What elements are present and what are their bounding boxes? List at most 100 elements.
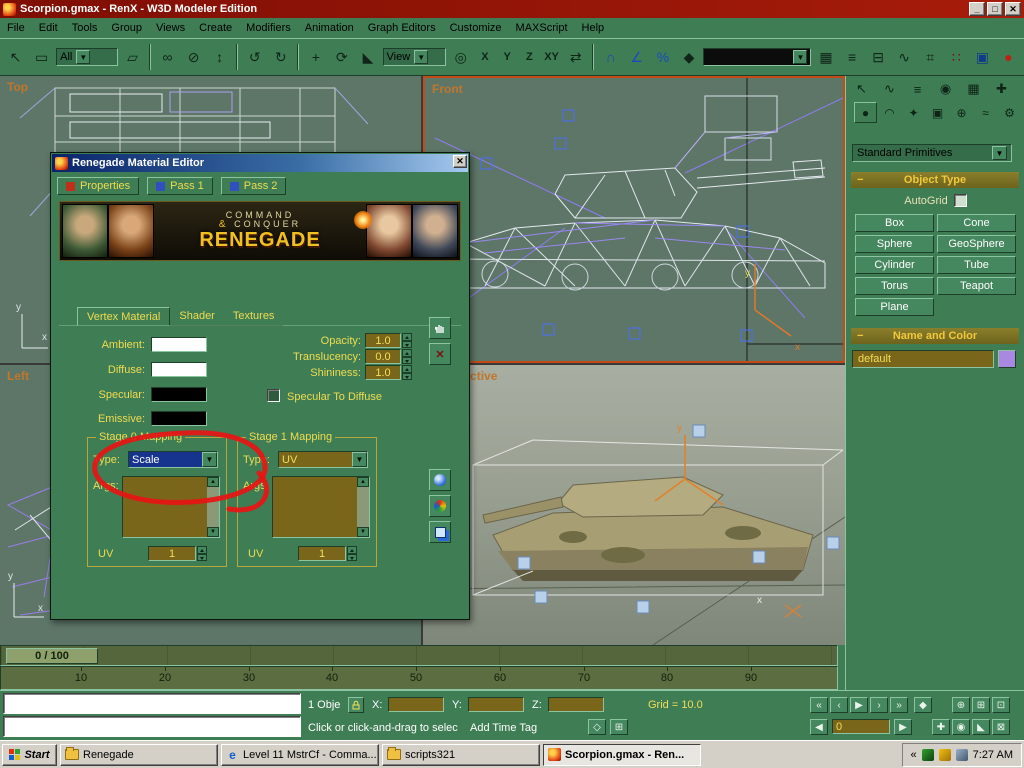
snap-toggle-icon[interactable]: ∩ [599, 45, 622, 69]
tube-button[interactable]: Tube [937, 256, 1016, 274]
selection-lock-icon[interactable] [348, 697, 364, 713]
diffuse-color-swatch[interactable] [151, 362, 207, 377]
lights-category-icon[interactable]: ✦ [902, 102, 925, 123]
time-slider-track[interactable]: 0 / 100 [0, 645, 838, 666]
geometry-category-icon[interactable]: ● [854, 102, 877, 123]
start-button[interactable]: Start [2, 744, 57, 766]
schematic-view-icon[interactable]: ⌗ [919, 45, 942, 69]
cone-button[interactable]: Cone [937, 214, 1016, 232]
select-object-icon[interactable]: ↖ [4, 45, 27, 69]
volume-icon[interactable] [956, 749, 968, 761]
viewport-top-label[interactable]: Top [7, 80, 28, 94]
reference-coordinate-dropdown[interactable]: View ▼ [383, 48, 447, 66]
stage1-args-textarea[interactable]: ▲▼ [272, 476, 370, 538]
cylinder-button[interactable]: Cylinder [855, 256, 934, 274]
add-time-tag[interactable]: Add Time Tag [470, 722, 537, 734]
close-button[interactable]: ✕ [1005, 2, 1021, 16]
zoom-extents-icon[interactable]: ⊡ [992, 697, 1010, 713]
show-map-button[interactable] [429, 495, 451, 517]
menu-group[interactable]: Group [104, 19, 149, 37]
cameras-category-icon[interactable]: ▣ [926, 102, 949, 123]
array-icon[interactable]: ▦ [814, 45, 837, 69]
autogrid-checkbox[interactable] [954, 194, 967, 207]
menu-maxscript[interactable]: MAXScript [509, 19, 575, 37]
use-pivot-center-icon[interactable]: ◎ [449, 45, 472, 69]
undo-icon[interactable]: ↺ [243, 45, 266, 69]
pick-material-button[interactable] [429, 317, 451, 339]
taskbar-item-scripts321[interactable]: scripts321 [382, 744, 540, 766]
track-bar[interactable]: 10 20 30 40 50 60 70 80 90 [0, 666, 838, 690]
menu-tools[interactable]: Tools [65, 19, 105, 37]
subtab-vertex-material[interactable]: Vertex Material [77, 307, 170, 326]
spacewarps-category-icon[interactable]: ≈ [974, 102, 997, 123]
delete-material-button[interactable]: ✕ [429, 343, 451, 365]
shininess-field[interactable]: 1.0 [365, 365, 401, 380]
select-and-scale-icon[interactable]: ◣ [356, 45, 379, 69]
prev-key-button[interactable]: ◀ [810, 719, 828, 735]
tab-properties[interactable]: Properties [57, 177, 139, 195]
emissive-color-swatch[interactable] [151, 411, 207, 426]
translucency-field[interactable]: 0.0 [365, 349, 401, 364]
teapot-button[interactable]: Teapot [937, 277, 1016, 295]
object-color-swatch[interactable] [998, 350, 1016, 368]
network-icon[interactable] [922, 749, 934, 761]
maximize-viewport-icon[interactable]: ⊠ [992, 719, 1010, 735]
modify-tab-icon[interactable]: ∿ [876, 78, 903, 100]
restrict-z-icon[interactable]: Z [520, 45, 539, 69]
menu-create[interactable]: Create [192, 19, 239, 37]
menu-customize[interactable]: Customize [443, 19, 509, 37]
field-of-view-icon[interactable]: ◣ [972, 719, 990, 735]
subtab-shader[interactable]: Shader [170, 307, 223, 326]
opacity-field[interactable]: 1.0 [365, 333, 401, 348]
object-name-field[interactable]: default [852, 350, 994, 368]
named-selection-sets-dropdown[interactable]: ▼ [703, 48, 811, 66]
tray-collapse-icon[interactable]: « [911, 749, 917, 761]
specular-to-diffuse-checkbox[interactable] [267, 389, 280, 402]
stage1-uv-field[interactable]: 1 [298, 546, 346, 561]
goto-end-button[interactable]: » [890, 697, 908, 713]
specular-color-swatch[interactable] [151, 387, 207, 402]
name-color-rollout[interactable]: − Name and Color [851, 328, 1019, 344]
maxscript-mini-listener-top[interactable] [3, 693, 301, 714]
menu-file[interactable]: File [0, 19, 32, 37]
current-time-field[interactable]: 0 [832, 719, 890, 734]
pan-icon[interactable]: ✚ [932, 719, 950, 735]
copy-material-button[interactable] [429, 521, 451, 543]
isometric-cube-icon[interactable]: ◇ [588, 719, 606, 735]
viewport-front[interactable]: Front [423, 76, 845, 363]
goto-start-button[interactable]: « [810, 697, 828, 713]
translucency-spinner[interactable] [402, 349, 412, 364]
stage1-args-scrollbar[interactable]: ▲▼ [357, 477, 369, 537]
update-shield-icon[interactable] [939, 749, 951, 761]
selection-filter-dropdown[interactable]: All ▼ [56, 48, 118, 66]
mirror-icon[interactable]: ⇄ [564, 45, 587, 69]
link-icon[interactable]: ∞ [156, 45, 179, 69]
time-slider[interactable]: 0 / 100 [6, 648, 98, 664]
axis-constraint-icon[interactable]: ⊞ [610, 719, 628, 735]
rectangular-selection-region-icon[interactable]: ▭ [30, 45, 53, 69]
geosphere-button[interactable]: GeoSphere [937, 235, 1016, 253]
opacity-spinner[interactable] [402, 333, 412, 348]
render-scene-icon[interactable]: ▣ [971, 45, 994, 69]
zoom-icon[interactable]: ⊕ [952, 697, 970, 713]
object-type-rollout[interactable]: − Object Type [851, 172, 1019, 188]
stage1-type-dropdown[interactable]: UV ▼ [278, 451, 368, 468]
stage0-args-textarea[interactable]: ▲▼ [122, 476, 220, 538]
bind-to-spacewarp-icon[interactable]: ↕ [208, 45, 231, 69]
viewport-perspective[interactable]: Perspective [423, 365, 845, 645]
select-and-rotate-icon[interactable]: ⟳ [330, 45, 353, 69]
unlink-icon[interactable]: ⊘ [182, 45, 205, 69]
helpers-category-icon[interactable]: ⊕ [950, 102, 973, 123]
select-and-move-icon[interactable]: + [304, 45, 327, 69]
stage0-uv-spinner[interactable] [197, 546, 207, 561]
dialog-close-icon[interactable]: ✕ [453, 155, 467, 168]
viewport-left-label[interactable]: Left [7, 369, 29, 383]
percent-snap-icon[interactable]: % [651, 45, 674, 69]
layer-manager-icon[interactable]: ⊟ [867, 45, 890, 69]
restrict-xy-icon[interactable]: XY [542, 45, 561, 69]
next-frame-button[interactable]: › [870, 697, 888, 713]
maxscript-mini-listener-bottom[interactable] [3, 716, 301, 737]
assign-material-button[interactable] [429, 469, 451, 491]
dialog-title-bar[interactable]: Renegade Material Editor [52, 154, 468, 172]
shininess-spinner[interactable] [402, 365, 412, 380]
